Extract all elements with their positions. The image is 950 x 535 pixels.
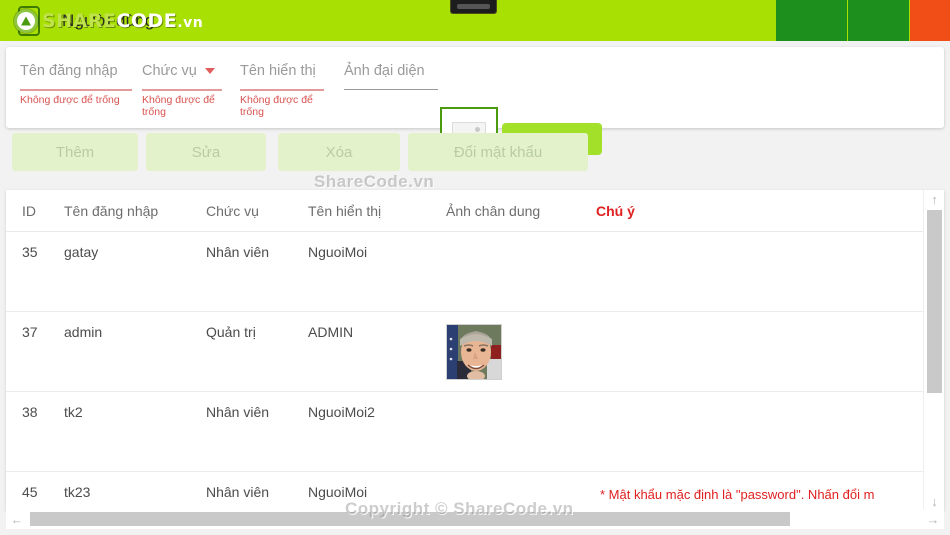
cell-display: NguoiMoi (308, 484, 368, 500)
vertical-scroll-thumb[interactable] (927, 210, 942, 393)
field-role-text: Chức vụ (142, 63, 197, 79)
scroll-left-icon[interactable]: ← (6, 509, 28, 529)
cell-username: admin (64, 324, 103, 340)
scroll-right-icon[interactable]: → (922, 509, 944, 529)
table-row[interactable]: 38 tk2 Nhân viên NguoiMoi2 (6, 392, 944, 472)
user-form-panel: Tên đăng nhập Không được để trống Chức v… (6, 47, 944, 165)
watermark-middle: ShareCode.vn (314, 172, 435, 191)
field-role-error: Không được để trống (142, 94, 215, 118)
field-username-label: Tên đăng nhập (20, 63, 118, 79)
table-row[interactable]: 35 gatay Nhân viên NguoiMoi (6, 232, 944, 312)
cell-display: NguoiMoi2 (308, 404, 375, 420)
column-header-display: Tên hiển thị (308, 202, 382, 219)
logo-text-code: CODE (116, 9, 178, 32)
logo-block-3 (848, 0, 910, 41)
change-password-button[interactable]: Đổi mật khẩu (408, 133, 588, 171)
action-button-row: Thêm Sửa Xóa Đổi mật khẩu (6, 133, 944, 171)
cell-id: 45 (22, 484, 38, 500)
cell-role: Quản trị (206, 324, 256, 340)
edit-button[interactable]: Sửa (146, 133, 266, 171)
field-username-underline (20, 89, 132, 91)
horizontal-scrollbar[interactable]: ← → (6, 509, 944, 529)
field-username[interactable]: Tên đăng nhập Không được để trống (20, 63, 132, 106)
cell-display: ADMIN (308, 324, 354, 340)
cell-username: tk2 (64, 404, 83, 420)
delete-button[interactable]: Xóa (278, 133, 400, 171)
field-role-underline (142, 89, 222, 91)
cell-role: Nhân viên (206, 484, 270, 500)
vertical-scrollbar[interactable]: ↑ ↓ (923, 190, 944, 511)
sharecode-mark-icon (14, 8, 38, 33)
cell-username: gatay (64, 244, 99, 260)
table-header-row: ID Tên đăng nhập Chức vụ Tên hiển thị Ản… (6, 190, 944, 232)
field-avatar-label: Ảnh đại diện (344, 63, 425, 79)
logo-text-vn: .vn (177, 14, 204, 31)
field-displayname-error: Không được để trống (240, 94, 313, 118)
field-avatar[interactable]: Ảnh đại diện (344, 63, 438, 90)
cell-id: 37 (22, 324, 38, 340)
cell-display: NguoiMoi (308, 244, 368, 260)
field-role-label: Chức vụ (142, 63, 222, 79)
logo-block-4 (910, 0, 950, 41)
column-header-username: Tên đăng nhập (64, 202, 159, 219)
cell-id: 38 (22, 404, 38, 420)
logo-block-2 (776, 0, 848, 41)
horizontal-scroll-thumb[interactable] (30, 512, 790, 526)
column-header-note: Chú ý (596, 202, 635, 219)
cell-photo (446, 324, 596, 380)
users-table: ID Tên đăng nhập Chức vụ Tên hiển thị Ản… (6, 190, 944, 511)
cell-id: 35 (22, 244, 38, 260)
column-header-photo: Ảnh chân dung (446, 202, 541, 219)
cell-role: Nhân viên (206, 244, 270, 260)
table-row[interactable]: 37 admin Quản trị ADMIN (6, 312, 944, 392)
logo-wordmark: SHARECODE.vn (42, 10, 203, 32)
field-displayname-label: Tên hiển thị (240, 63, 316, 79)
cell-role: Nhân viên (206, 404, 270, 420)
field-username-error: Không được để trống (20, 94, 120, 106)
field-displayname[interactable]: Tên hiển thị Không được để trống (240, 63, 324, 118)
column-header-id: ID (22, 202, 36, 219)
portrait-photo-graphic (447, 325, 501, 379)
app-window: Người dùng SHARECODE.vn Tên đăng nhập Kh… (0, 0, 950, 535)
logo-text-share: SHARE (42, 9, 117, 32)
column-header-role: Chức vụ (206, 202, 259, 219)
cell-username: tk23 (64, 484, 91, 500)
logo-block-1 (760, 0, 776, 41)
logo-overlay: SHARECODE.vn (0, 0, 203, 41)
field-role[interactable]: Chức vụ Không được để trống (142, 63, 222, 118)
add-button[interactable]: Thêm (12, 133, 138, 171)
device-speaker-notch-icon (450, 0, 497, 14)
default-password-note: * Mật khẩu mặc định là "password". Nhấn … (600, 487, 875, 502)
chevron-down-icon[interactable] (204, 68, 215, 75)
sharecode-logo (760, 0, 950, 41)
portrait-photo (446, 324, 502, 380)
scroll-up-icon[interactable]: ↑ (924, 190, 945, 209)
field-displayname-underline (240, 89, 324, 91)
field-avatar-underline (344, 89, 438, 90)
